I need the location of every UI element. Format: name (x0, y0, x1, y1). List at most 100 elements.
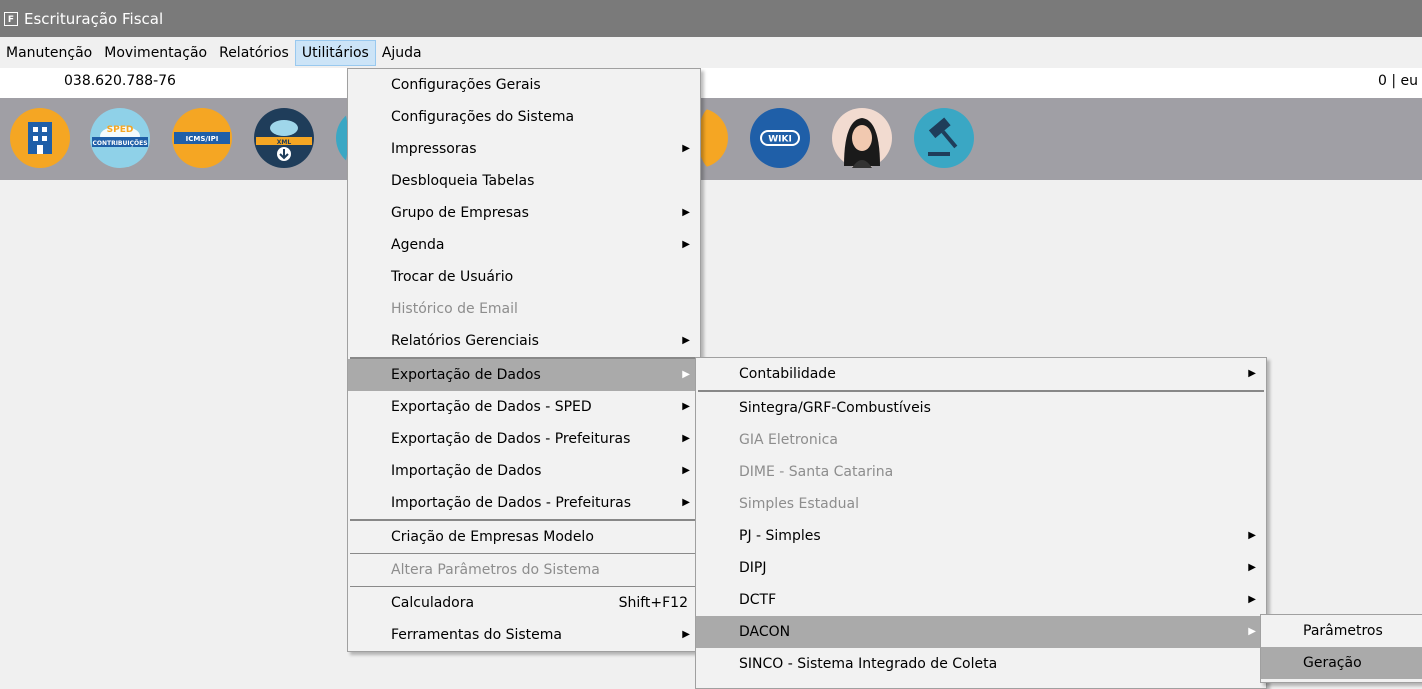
menu-item-altera-parametros: Altera Parâmetros do Sistema (348, 554, 700, 586)
menu-item-label: Contabilidade (739, 366, 836, 382)
app-logo-icon[interactable]: F (4, 11, 18, 26)
menu-item-sintegra[interactable]: Sintegra/GRF-Combustíveis (696, 392, 1266, 424)
icms-label: ICMS/IPI (186, 135, 219, 143)
menu-bar: Manutenção Movimentação Relatórios Utili… (0, 37, 1422, 68)
menu-item-label: PJ - Simples (739, 528, 821, 544)
menu-item-dipj[interactable]: DIPJ ▶ (696, 552, 1266, 584)
menu-item-parametros[interactable]: Parâmetros (1261, 615, 1422, 647)
utilitarios-menu: Configurações Gerais Configurações do Si… (347, 68, 701, 652)
menu-item-importacao-dados[interactable]: Importação de Dados ▶ (348, 455, 700, 487)
status-info: 0 | eu (1377, 73, 1418, 89)
submenu-arrow-icon: ▶ (1248, 626, 1256, 637)
wiki-label: WIKI (768, 135, 792, 145)
menu-item-dctf[interactable]: DCTF ▶ (696, 584, 1266, 616)
submenu-arrow-icon: ▶ (682, 239, 690, 250)
info-bar: 038.620.788-76 0 | eu (0, 68, 1422, 99)
menu-item-geracao[interactable]: Geração (1261, 647, 1422, 679)
dacon-submenu: Parâmetros Geração (1260, 614, 1422, 683)
wiki-icon[interactable]: WIKI (748, 106, 812, 170)
sped-bottom-label: CONTRIBUIÇÕES (92, 140, 147, 147)
menu-item-label: Histórico de Email (391, 301, 518, 317)
menu-item-calculadora[interactable]: Calculadora Shift+F12 (348, 587, 700, 619)
submenu-arrow-icon: ▶ (682, 465, 690, 476)
menu-movimentacao[interactable]: Movimentação (98, 40, 213, 66)
menu-manutencao[interactable]: Manutenção (0, 40, 98, 66)
menu-item-label: Grupo de Empresas (391, 205, 529, 221)
menu-item-gia-eletronica: GIA Eletronica (696, 424, 1266, 456)
company-icon[interactable] (8, 106, 72, 170)
menu-item-label: GIA Eletronica (739, 432, 838, 448)
assistant-avatar-icon[interactable] (830, 106, 894, 170)
menu-utilitarios[interactable]: Utilitários (294, 39, 376, 66)
menu-item-label: DIME - Santa Catarina (739, 464, 894, 480)
menu-item-grupo-empresas[interactable]: Grupo de Empresas ▶ (348, 197, 700, 229)
menu-item-exportacao-prefeituras[interactable]: Exportação de Dados - Prefeituras ▶ (348, 423, 700, 455)
sped-contribuicoes-icon[interactable]: SPED CONTRIBUIÇÕES (88, 106, 152, 170)
menu-item-importacao-prefeituras[interactable]: Importação de Dados - Prefeituras ▶ (348, 487, 700, 519)
menu-ajuda[interactable]: Ajuda (376, 40, 428, 66)
menu-item-label: Calculadora (391, 595, 475, 611)
exportacao-submenu: Contabilidade ▶ Sintegra/GRF-Combustíveis… (695, 357, 1267, 689)
menu-item-label: Desbloqueia Tabelas (391, 173, 535, 189)
menu-item-label: DACON (739, 624, 791, 640)
menu-item-label: Geração (1303, 655, 1362, 671)
menu-item-dime: DIME - Santa Catarina (696, 456, 1266, 488)
submenu-arrow-icon: ▶ (1248, 368, 1256, 379)
chat-icon[interactable] (698, 106, 730, 170)
menu-item-exportacao-dados[interactable]: Exportação de Dados ▶ (348, 359, 700, 391)
xml-label: XML (277, 139, 292, 146)
menu-item-dacon[interactable]: DACON ▶ (696, 616, 1266, 648)
menu-item-label: Agenda (391, 237, 445, 253)
submenu-arrow-icon: ▶ (1248, 594, 1256, 605)
menu-item-contabilidade[interactable]: Contabilidade ▶ (696, 358, 1266, 390)
menu-item-label: Exportação de Dados - Prefeituras (391, 431, 631, 447)
submenu-arrow-icon: ▶ (682, 335, 690, 346)
submenu-arrow-icon: ▶ (682, 369, 690, 380)
menu-item-label: Simples Estadual (739, 496, 859, 512)
menu-item-label: DIPJ (739, 560, 767, 576)
gavel-icon[interactable] (912, 106, 976, 170)
sped-top-label: SPED (107, 125, 134, 135)
menu-item-pj-simples[interactable]: PJ - Simples ▶ (696, 520, 1266, 552)
menu-item-criacao-empresas-modelo[interactable]: Criação de Empresas Modelo (348, 521, 700, 553)
menu-item-relatorios-gerenciais[interactable]: Relatórios Gerenciais ▶ (348, 325, 700, 357)
menu-item-sinco[interactable]: SINCO - Sistema Integrado de Coleta (696, 648, 1266, 680)
menu-item-configuracoes-sistema[interactable]: Configurações do Sistema (348, 101, 700, 133)
menu-item-shortcut: Shift+F12 (618, 595, 688, 611)
menu-item-label: Relatórios Gerenciais (391, 333, 539, 349)
menu-item-configuracoes-gerais[interactable]: Configurações Gerais (348, 69, 700, 101)
menu-item-trocar-usuario[interactable]: Trocar de Usuário (348, 261, 700, 293)
submenu-arrow-icon: ▶ (682, 207, 690, 218)
menu-item-label: SINCO - Sistema Integrado de Coleta (739, 656, 998, 672)
company-cpf: 038.620.788-76 (64, 73, 176, 89)
menu-item-label: Configurações do Sistema (391, 109, 575, 125)
menu-relatorios[interactable]: Relatórios (213, 40, 295, 66)
submenu-arrow-icon: ▶ (682, 497, 690, 508)
menu-item-simples-estadual: Simples Estadual (696, 488, 1266, 520)
menu-item-label: DCTF (739, 592, 777, 608)
xml-download-icon[interactable]: XML (252, 106, 316, 170)
submenu-arrow-icon: ▶ (682, 629, 690, 640)
submenu-arrow-icon: ▶ (682, 433, 690, 444)
menu-item-label: Importação de Dados - Prefeituras (391, 495, 632, 511)
toolbar: SPED CONTRIBUIÇÕES ICMS/IPI XML WIKI (0, 98, 1422, 180)
submenu-arrow-icon: ▶ (682, 143, 690, 154)
unknown-icon[interactable] (334, 106, 348, 170)
menu-item-label: Altera Parâmetros do Sistema (391, 562, 600, 578)
menu-item-label: Exportação de Dados (391, 367, 541, 383)
menu-item-ferramentas-sistema[interactable]: Ferramentas do Sistema ▶ (348, 619, 700, 651)
menu-item-label: Sintegra/GRF-Combustíveis (739, 400, 931, 416)
menu-item-impressoras[interactable]: Impressoras ▶ (348, 133, 700, 165)
submenu-arrow-icon: ▶ (682, 401, 690, 412)
submenu-arrow-icon: ▶ (1248, 562, 1256, 573)
window-title: Escrituração Fiscal (24, 9, 164, 28)
title-bar: F Escrituração Fiscal (0, 0, 1422, 37)
icms-ipi-icon[interactable]: ICMS/IPI (170, 106, 234, 170)
menu-item-agenda[interactable]: Agenda ▶ (348, 229, 700, 261)
menu-item-desbloqueia-tabelas[interactable]: Desbloqueia Tabelas (348, 165, 700, 197)
submenu-arrow-icon: ▶ (1248, 530, 1256, 541)
menu-item-label: Configurações Gerais (391, 77, 541, 93)
menu-item-label: Impressoras (391, 141, 477, 157)
menu-item-label: Parâmetros (1303, 623, 1383, 639)
menu-item-exportacao-sped[interactable]: Exportação de Dados - SPED ▶ (348, 391, 700, 423)
